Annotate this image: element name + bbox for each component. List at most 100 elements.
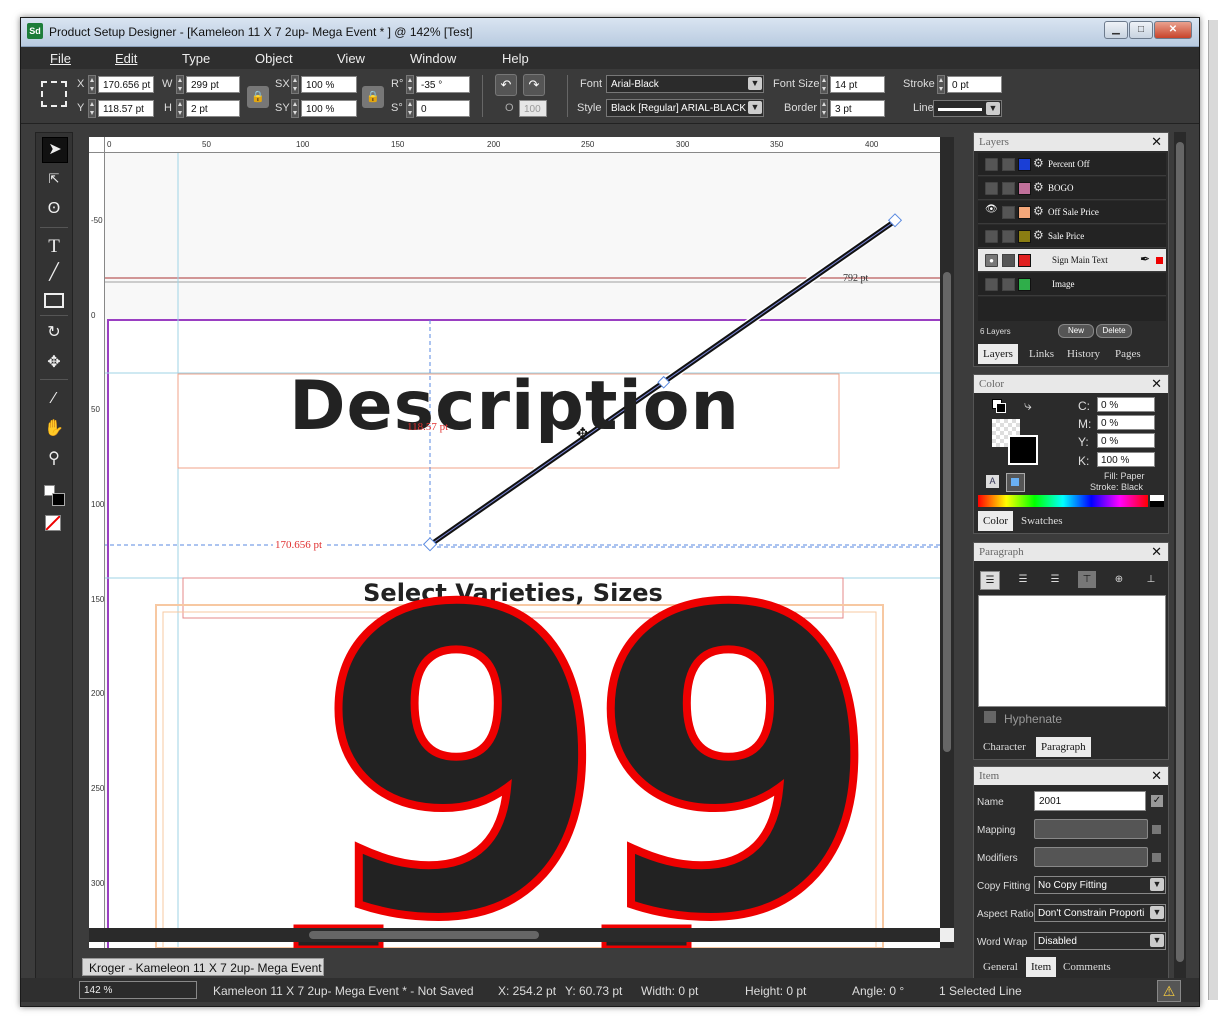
- color-spectrum[interactable]: [978, 495, 1148, 507]
- h-field[interactable]: 2 pt: [186, 100, 240, 117]
- layer-row-selected[interactable]: ● Sign Main Text ✒: [978, 249, 1166, 272]
- tab-item[interactable]: Item: [1026, 957, 1057, 977]
- aspect-dropdown[interactable]: Don't Constrain Proporti ▼: [1034, 904, 1166, 922]
- lock-toggle[interactable]: [1002, 182, 1015, 195]
- scroll-thumb[interactable]: [1176, 142, 1184, 962]
- c-field[interactable]: 0 %: [1097, 397, 1155, 412]
- object-color-icon[interactable]: [1006, 473, 1025, 492]
- rotation-field[interactable]: -35 °: [416, 76, 470, 93]
- rotate-icon[interactable]: ↻: [42, 321, 66, 345]
- stroke-swatch[interactable]: [1008, 435, 1038, 465]
- text-color-icon[interactable]: A: [986, 475, 999, 488]
- move-icon[interactable]: ✥: [42, 351, 66, 375]
- close-icon[interactable]: ✕: [1151, 767, 1162, 785]
- h-spinner[interactable]: [176, 99, 184, 118]
- select-arrow-icon[interactable]: ➤: [42, 137, 68, 163]
- menu-help[interactable]: Help: [502, 51, 529, 66]
- y-spinner[interactable]: [88, 99, 96, 118]
- align-top-icon[interactable]: ⊤: [1078, 571, 1096, 588]
- k-field[interactable]: 100 %: [1097, 452, 1155, 467]
- border-spinner[interactable]: [820, 99, 828, 118]
- price-text[interactable]: 99: [289, 553, 889, 949]
- font-dropdown[interactable]: Arial-Black ▼: [606, 75, 764, 93]
- x-field[interactable]: 170.656 pt: [98, 76, 154, 93]
- visibility-toggle[interactable]: [985, 230, 998, 243]
- lock-toggle[interactable]: [1002, 206, 1015, 219]
- close-icon[interactable]: ✕: [1151, 375, 1162, 393]
- black-white-picker[interactable]: [1150, 495, 1164, 507]
- tab-swatches[interactable]: Swatches: [1016, 511, 1068, 531]
- visibility-toggle[interactable]: [985, 182, 998, 195]
- new-layer-button[interactable]: New: [1058, 324, 1094, 338]
- layer-row[interactable]: ⚙ Sale Price: [978, 225, 1166, 248]
- border-field[interactable]: 3 pt: [830, 100, 885, 117]
- scale-lock-icon[interactable]: 🔒: [362, 86, 384, 108]
- hand-icon[interactable]: ✋: [42, 417, 66, 441]
- swap-colors-icon[interactable]: ⤷: [1024, 397, 1032, 414]
- ruler-top[interactable]: 0 50 100 150 200 250 300 350 400: [89, 137, 940, 153]
- y-field[interactable]: 0 %: [1097, 433, 1155, 448]
- tab-general[interactable]: General: [978, 957, 1023, 977]
- document-canvas[interactable]: Description Select Varieties, Sizes 99 7…: [89, 137, 940, 948]
- layer-row[interactable]: ⚙ Percent Off: [978, 153, 1166, 176]
- align-right-icon[interactable]: ☰: [1046, 571, 1064, 588]
- menu-edit[interactable]: Edit: [115, 51, 137, 66]
- lock-toggle[interactable]: [1002, 158, 1015, 171]
- modifiers-field[interactable]: [1034, 847, 1148, 867]
- menu-object[interactable]: Object: [255, 51, 293, 66]
- tab-paragraph[interactable]: Paragraph: [1036, 737, 1091, 757]
- visibility-toggle[interactable]: [985, 278, 998, 291]
- reference-point-icon[interactable]: [41, 81, 67, 107]
- layer-row[interactable]: 👁 ⚙ Off Sale Price: [978, 201, 1166, 224]
- sx-spinner[interactable]: [291, 75, 299, 94]
- rectangle-tool-icon[interactable]: [42, 289, 66, 313]
- align-left-icon[interactable]: ☰: [980, 571, 1000, 590]
- visibility-toggle[interactable]: [985, 158, 998, 171]
- line-style-dropdown[interactable]: ▼: [933, 100, 1002, 117]
- modifiers-checkbox[interactable]: [1152, 853, 1161, 862]
- stroke-spinner[interactable]: [937, 75, 945, 94]
- opacity-field[interactable]: 100: [519, 100, 547, 117]
- w-field[interactable]: 299 pt: [186, 76, 240, 93]
- w-spinner[interactable]: [176, 75, 184, 94]
- close-icon[interactable]: ✕: [1154, 21, 1192, 39]
- x-spinner[interactable]: [88, 75, 96, 94]
- eyedropper-icon[interactable]: ⁄: [42, 387, 66, 411]
- tab-links[interactable]: Links: [1024, 344, 1059, 364]
- lock-toggle[interactable]: [1002, 278, 1015, 291]
- mapping-field[interactable]: [1034, 819, 1148, 839]
- fontsize-field[interactable]: 14 pt: [830, 76, 885, 93]
- tab-comments[interactable]: Comments: [1058, 957, 1116, 977]
- zoom-icon[interactable]: ⚲: [42, 447, 66, 471]
- line-tool-icon[interactable]: ╱: [42, 261, 66, 285]
- constrain-lock-icon[interactable]: 🔒: [247, 86, 269, 108]
- vertical-scrollbar[interactable]: [940, 137, 954, 948]
- ruler-left[interactable]: -50 0 50 100 150 200 250 300: [89, 137, 105, 948]
- menu-file[interactable]: File: [50, 51, 71, 66]
- layer-row[interactable]: Image: [978, 273, 1166, 296]
- ruler-origin[interactable]: [89, 137, 105, 153]
- maximize-icon[interactable]: □: [1129, 21, 1153, 39]
- horizontal-scrollbar[interactable]: [89, 928, 940, 942]
- close-icon[interactable]: ✕: [1151, 543, 1162, 561]
- lock-toggle[interactable]: [1002, 254, 1015, 267]
- style-dropdown[interactable]: Black [Regular] ARIAL-BLACK ▼: [606, 99, 764, 117]
- rotate-ccw-icon[interactable]: ↶: [495, 74, 517, 96]
- name-checkbox[interactable]: ✓: [1151, 795, 1163, 807]
- menu-window[interactable]: Window: [410, 51, 456, 66]
- eye-icon[interactable]: ●: [985, 254, 998, 267]
- fill-stroke-small-icon[interactable]: [992, 399, 1006, 413]
- tab-layers[interactable]: Layers: [978, 344, 1018, 364]
- align-center-icon[interactable]: ☰: [1014, 571, 1032, 588]
- tab-color[interactable]: Color: [978, 511, 1014, 531]
- layer-row[interactable]: ⚙ BOGO: [978, 177, 1166, 200]
- panels-scrollbar[interactable]: [1174, 132, 1186, 984]
- scroll-thumb[interactable]: [309, 931, 539, 939]
- fontsize-spinner[interactable]: [820, 75, 828, 94]
- name-field[interactable]: 2001: [1034, 791, 1146, 811]
- menu-view[interactable]: View: [337, 51, 365, 66]
- document-tab[interactable]: Kroger - Kameleon 11 X 7 2up- Mega Event: [82, 958, 324, 976]
- tab-history[interactable]: History: [1062, 344, 1105, 364]
- text-tool-icon[interactable]: T: [42, 235, 66, 259]
- menu-type[interactable]: Type: [182, 51, 210, 66]
